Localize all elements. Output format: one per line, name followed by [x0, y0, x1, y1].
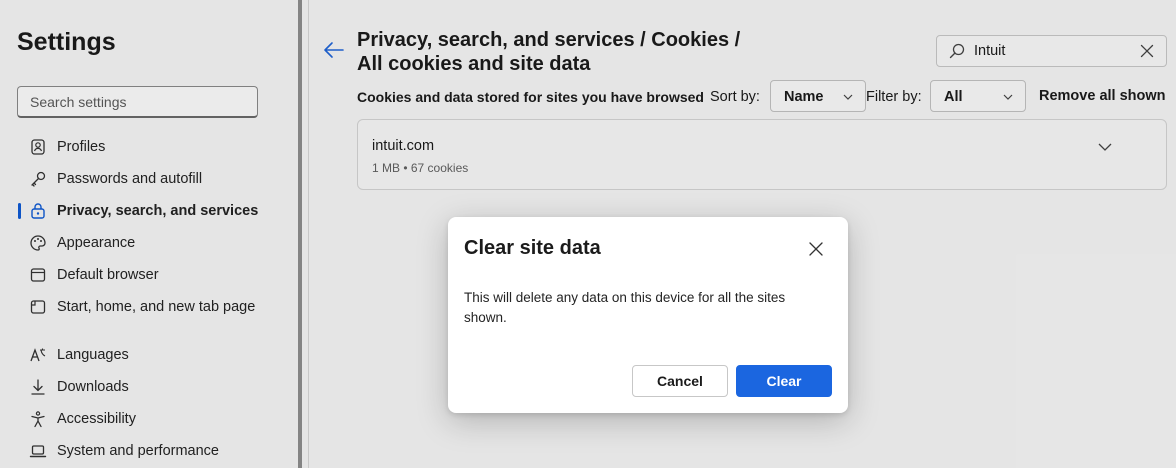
- clear-button[interactable]: Clear: [736, 365, 832, 397]
- close-icon[interactable]: [808, 241, 824, 257]
- clear-site-data-dialog: Clear site data This will delete any dat…: [448, 217, 848, 413]
- dialog-body: This will delete any data on this device…: [464, 290, 786, 325]
- cancel-button[interactable]: Cancel: [632, 365, 728, 397]
- dialog-title: Clear site data: [464, 237, 601, 259]
